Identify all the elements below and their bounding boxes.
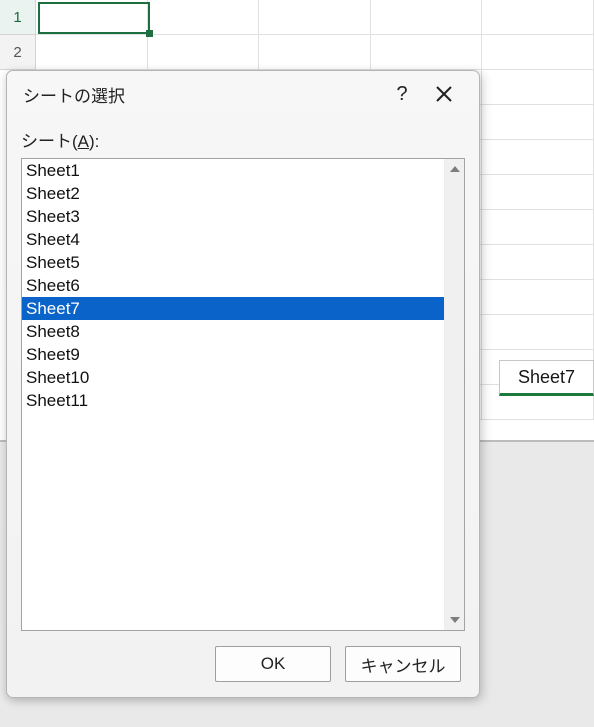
list-item[interactable]: Sheet10: [22, 366, 444, 389]
dialog-titlebar: シートの選択 ?: [7, 71, 479, 117]
row-headers: 1 2: [0, 0, 36, 70]
help-icon: ?: [396, 83, 407, 106]
ok-button[interactable]: OK: [215, 646, 331, 682]
list-item[interactable]: Sheet11: [22, 389, 444, 412]
cancel-button[interactable]: キャンセル: [345, 646, 461, 682]
row-header[interactable]: 2: [0, 35, 36, 70]
row-header[interactable]: 1: [0, 0, 36, 35]
list-item[interactable]: Sheet8: [22, 320, 444, 343]
help-button[interactable]: ?: [381, 73, 423, 115]
sheet-listbox-wrap: Sheet1Sheet2Sheet3Sheet4Sheet5Sheet6Shee…: [21, 158, 465, 631]
list-item[interactable]: Sheet1: [22, 159, 444, 182]
chevron-up-icon: [450, 166, 460, 172]
scroll-up-button[interactable]: [445, 159, 465, 179]
list-item[interactable]: Sheet4: [22, 228, 444, 251]
scrollbar[interactable]: [444, 159, 464, 630]
list-item[interactable]: Sheet5: [22, 251, 444, 274]
chevron-down-icon: [450, 617, 460, 623]
sheet-listbox[interactable]: Sheet1Sheet2Sheet3Sheet4Sheet5Sheet6Shee…: [22, 159, 444, 630]
sheet-tab-active[interactable]: Sheet7: [499, 360, 594, 396]
sheet-tab-label: Sheet7: [518, 367, 575, 388]
sheet-select-dialog: シートの選択 ? シート(A): Sheet1Sheet2Sheet3Sheet…: [6, 70, 480, 698]
dialog-title: シートの選択: [23, 82, 381, 107]
list-label: シート(A):: [21, 127, 465, 152]
dialog-button-row: OK キャンセル: [7, 631, 479, 697]
close-button[interactable]: [423, 73, 465, 115]
list-item[interactable]: Sheet2: [22, 182, 444, 205]
list-item[interactable]: Sheet6: [22, 274, 444, 297]
list-item[interactable]: Sheet3: [22, 205, 444, 228]
scroll-down-button[interactable]: [445, 610, 465, 630]
list-item[interactable]: Sheet9: [22, 343, 444, 366]
fill-handle[interactable]: [146, 30, 153, 37]
list-item[interactable]: Sheet7: [22, 297, 444, 320]
close-icon: [435, 85, 453, 103]
